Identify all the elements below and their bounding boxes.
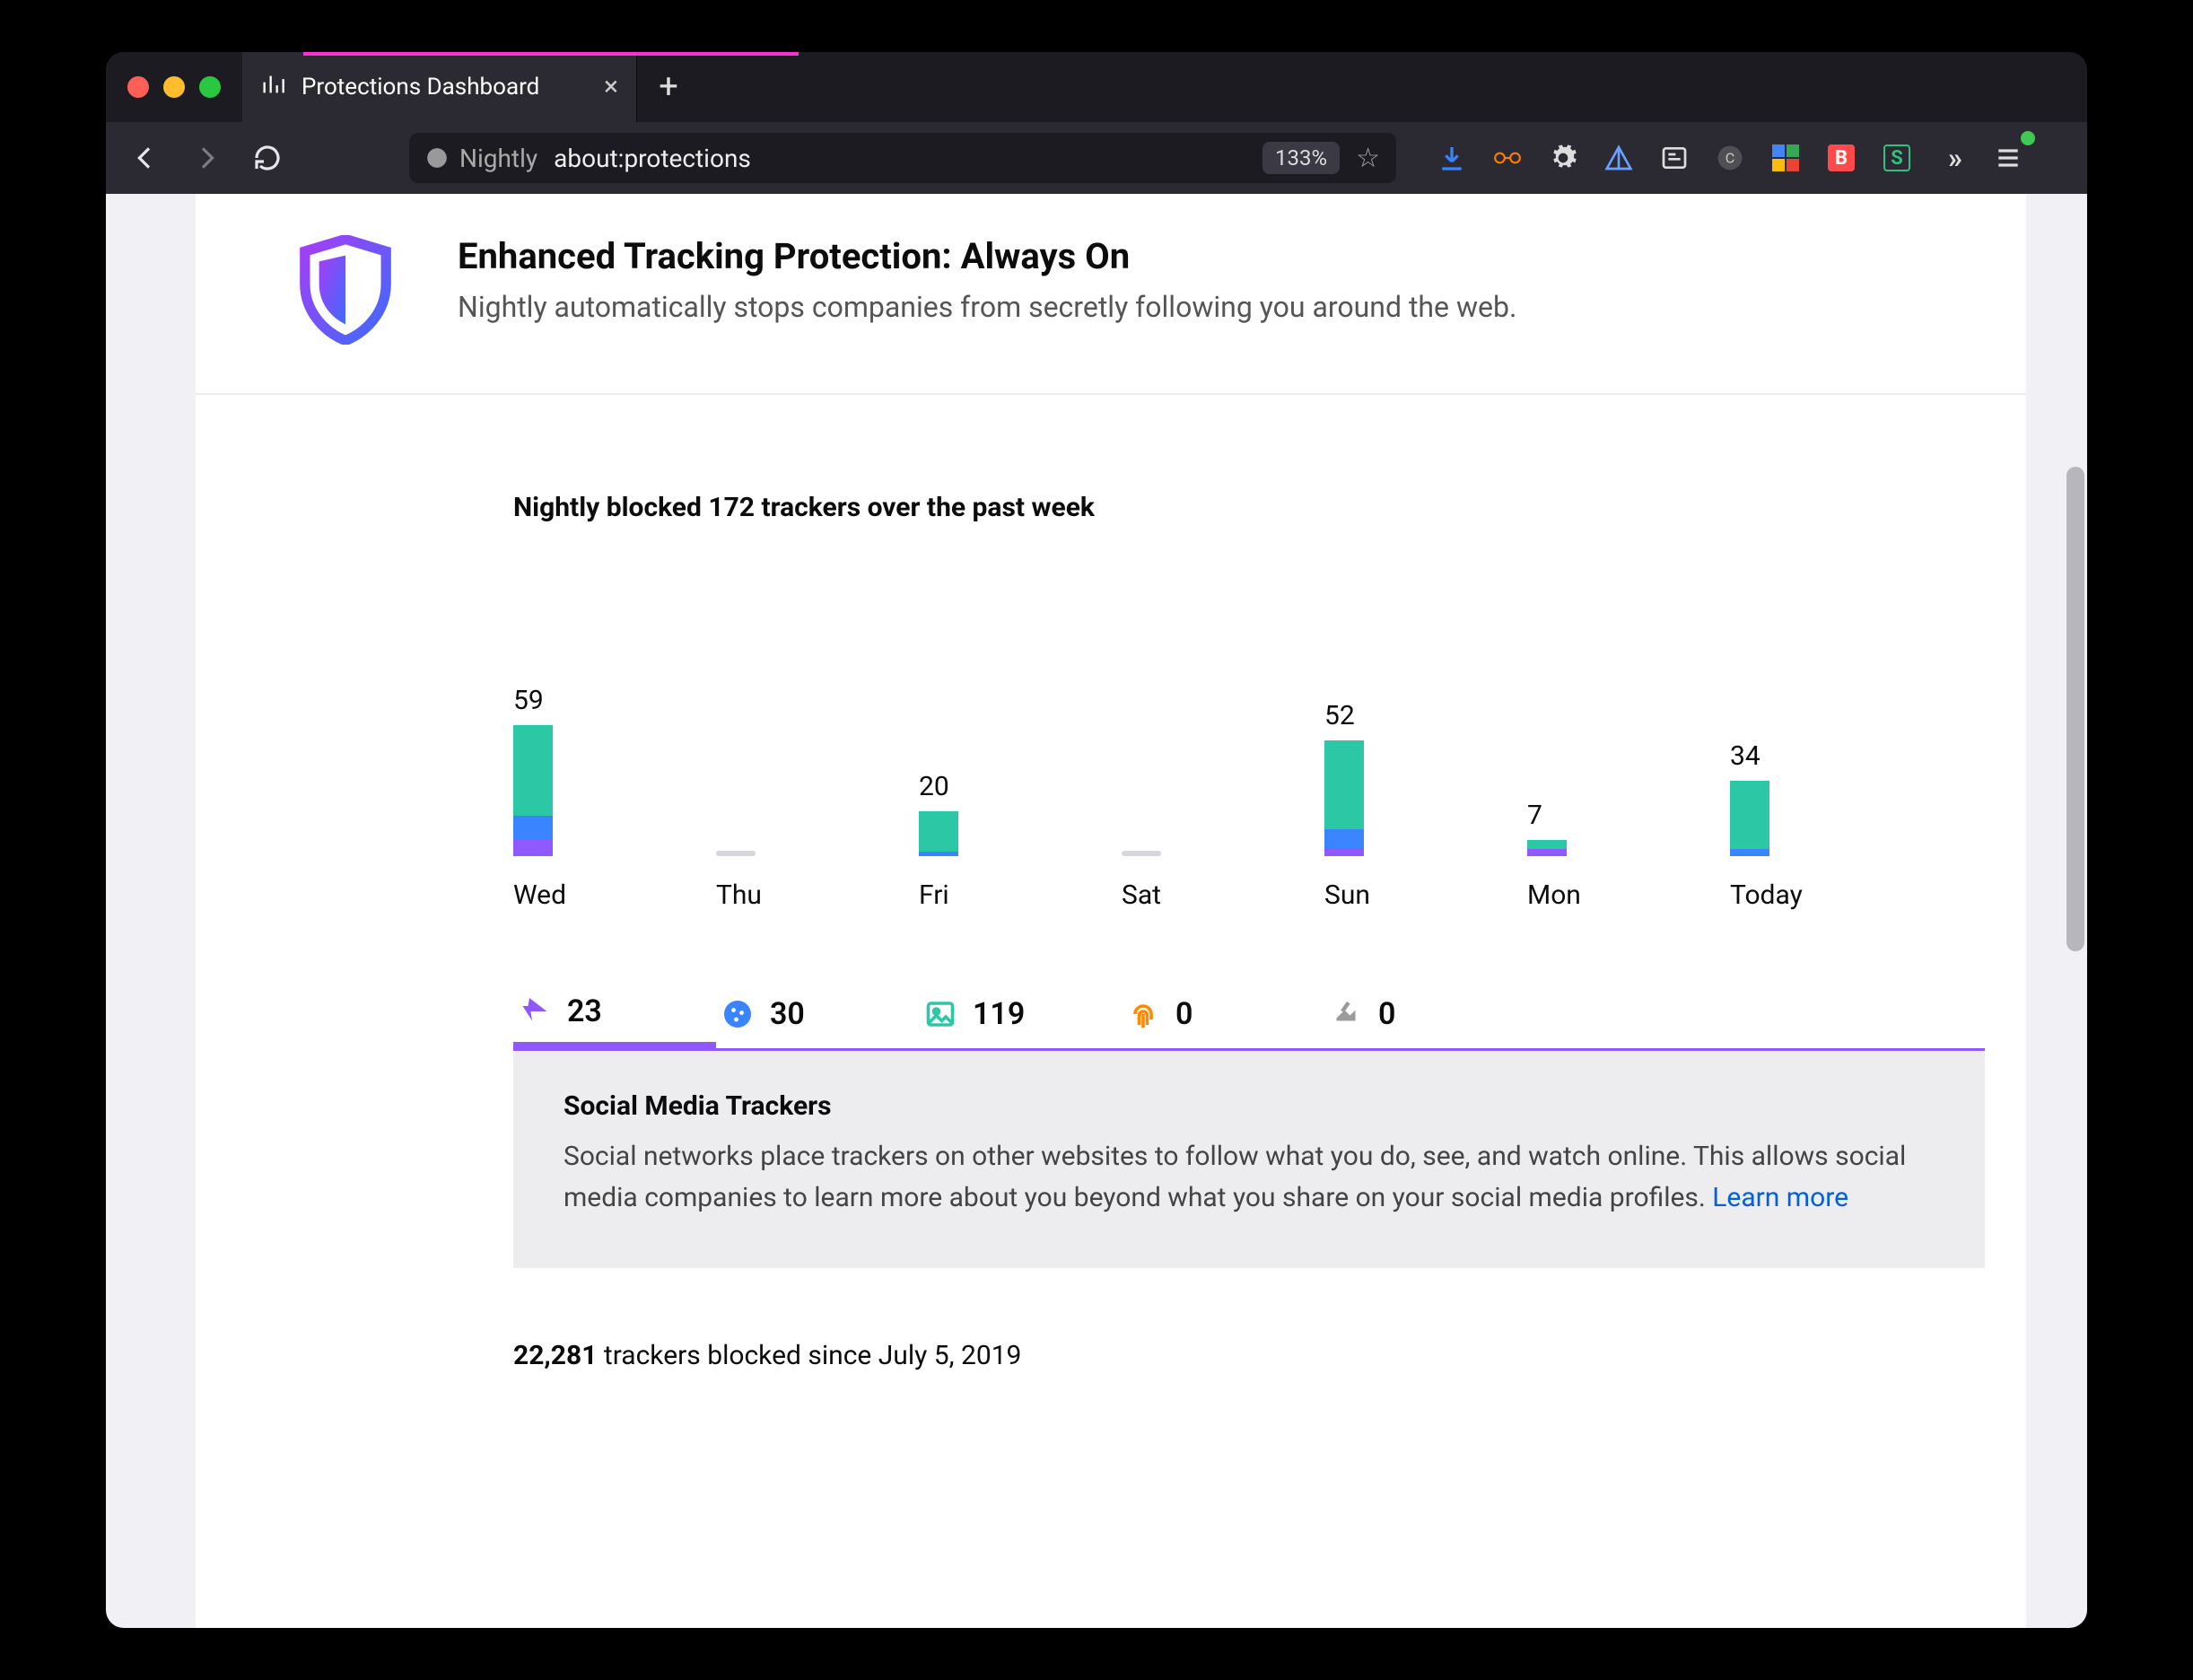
- day-label: Thu: [716, 879, 762, 911]
- day-label: Wed: [513, 879, 566, 911]
- bar-segment: [1324, 740, 1364, 829]
- bar-value: 34: [1730, 740, 1761, 772]
- browser-tab[interactable]: Protections Dashboard ×: [242, 52, 637, 122]
- zoom-window[interactable]: [199, 76, 221, 98]
- tab-cookies[interactable]: 30: [716, 983, 919, 1048]
- day-label: Sun: [1324, 879, 1370, 911]
- bar-segment: [1324, 849, 1364, 855]
- tab-cryptominer-count: 0: [1378, 996, 1395, 1032]
- navigation-bar: Nightly about:protections 133% ☆: [106, 122, 2087, 194]
- close-window[interactable]: [127, 76, 149, 98]
- bar-segment: [1730, 781, 1769, 849]
- tracker-tabs: 23 30 119 0: [513, 983, 1985, 1051]
- bar-segment: [513, 725, 553, 816]
- page-subtitle: Nightly automatically stops companies fr…: [458, 290, 1516, 324]
- reload-button[interactable]: [240, 131, 294, 185]
- bar-value: 20: [919, 771, 949, 802]
- weekly-chart: 59 Wed Thu 20 Fri Sat 52 Sun 7 Mon 34 Today: [513, 550, 1985, 911]
- info-body: Social networks place trackers on other …: [564, 1136, 1935, 1220]
- etp-header: Enhanced Tracking Protection: Always On …: [196, 194, 2026, 395]
- forward-button[interactable]: [179, 131, 233, 185]
- learn-more-link[interactable]: Learn more: [1712, 1182, 1848, 1213]
- url-text: about:protections: [554, 144, 751, 173]
- url-bar[interactable]: Nightly about:protections 133% ☆: [409, 133, 1396, 183]
- ext-s-icon[interactable]: S: [1870, 131, 1924, 185]
- new-tab-button[interactable]: +: [637, 52, 700, 122]
- minimize-window[interactable]: [163, 76, 185, 98]
- tab-cookies-count: 30: [770, 996, 805, 1032]
- page-title: Enhanced Tracking Protection: Always On: [458, 235, 1516, 277]
- tab-content-count: 119: [973, 996, 1025, 1032]
- bar-segment: [1527, 840, 1567, 849]
- bar-segment: [1730, 849, 1769, 855]
- tab-social-trackers[interactable]: 23: [513, 983, 716, 1051]
- tab-social-count: 23: [567, 993, 602, 1029]
- ext-triangle-icon[interactable]: [1592, 131, 1646, 185]
- tab-strip: Protections Dashboard × +: [106, 52, 2087, 122]
- bookmark-star-icon[interactable]: ☆: [1356, 143, 1380, 174]
- day-label: Mon: [1527, 879, 1581, 911]
- bar-segment: [513, 816, 553, 840]
- tab-cryptominer[interactable]: 0: [1324, 983, 1527, 1048]
- tab-content[interactable]: 119: [919, 983, 1122, 1048]
- ext-gear-icon[interactable]: [1536, 131, 1590, 185]
- chart-day[interactable]: 7 Mon: [1527, 800, 1730, 910]
- app-menu-button[interactable]: [1981, 131, 2035, 185]
- bar-segment: [919, 811, 958, 851]
- ext-circle-icon[interactable]: C: [1703, 131, 1757, 185]
- total-blocked: 22,281 trackers blocked since July 5, 20…: [513, 1268, 1985, 1371]
- page-content: Enhanced Tracking Protection: Always On …: [106, 194, 2087, 1628]
- shield-icon: [296, 235, 395, 348]
- identity-box[interactable]: Nightly: [425, 144, 537, 173]
- bar-value: 52: [1324, 700, 1355, 731]
- chart-day[interactable]: 34 Today: [1730, 740, 1933, 911]
- chart-day[interactable]: Sat: [1122, 851, 1324, 911]
- tab-title: Protections Dashboard: [301, 74, 539, 101]
- day-label: Today: [1730, 879, 1803, 911]
- ext-grid-icon[interactable]: [1759, 131, 1813, 185]
- chart-day[interactable]: 52 Sun: [1324, 700, 1527, 910]
- week-summary: Nightly blocked 172 trackers over the pa…: [513, 395, 1985, 550]
- bar-segment: [919, 852, 958, 856]
- tab-fingerprint-count: 0: [1175, 996, 1193, 1032]
- zoom-level-badge[interactable]: 133%: [1263, 142, 1340, 174]
- bar-empty: [716, 851, 756, 856]
- bar-empty: [1122, 851, 1161, 856]
- firefox-icon: [425, 146, 449, 170]
- chart-day[interactable]: Thu: [716, 851, 919, 911]
- overflow-button[interactable]: »: [1926, 131, 1979, 185]
- day-label: Sat: [1122, 879, 1161, 911]
- ext-reader-icon[interactable]: [1647, 131, 1701, 185]
- scrollbar[interactable]: [2066, 467, 2084, 951]
- window-controls: [106, 52, 242, 122]
- info-heading: Social Media Trackers: [564, 1090, 1935, 1122]
- bar-value: 7: [1527, 800, 1542, 831]
- back-button[interactable]: [118, 131, 172, 185]
- day-label: Fri: [919, 879, 949, 911]
- bar-segment: [513, 840, 553, 855]
- toolbar-actions: C B S »: [1418, 131, 2039, 185]
- chart-day[interactable]: 59 Wed: [513, 685, 716, 911]
- ext-glasses-icon[interactable]: [1481, 131, 1534, 185]
- chart-day[interactable]: 20 Fri: [919, 771, 1122, 910]
- svg-text:C: C: [1726, 149, 1734, 166]
- ext-b-icon[interactable]: B: [1814, 131, 1868, 185]
- close-tab-icon[interactable]: ×: [604, 74, 618, 101]
- tracker-info-panel: Social Media Trackers Social networks pl…: [513, 1051, 1985, 1268]
- bar-segment: [1324, 829, 1364, 849]
- bar-segment: [1527, 849, 1567, 855]
- tab-fingerprint[interactable]: 0: [1122, 983, 1324, 1048]
- bar-chart-icon: [260, 72, 285, 103]
- bar-value: 59: [513, 685, 544, 716]
- identity-label: Nightly: [459, 144, 537, 173]
- downloads-button[interactable]: [1425, 131, 1479, 185]
